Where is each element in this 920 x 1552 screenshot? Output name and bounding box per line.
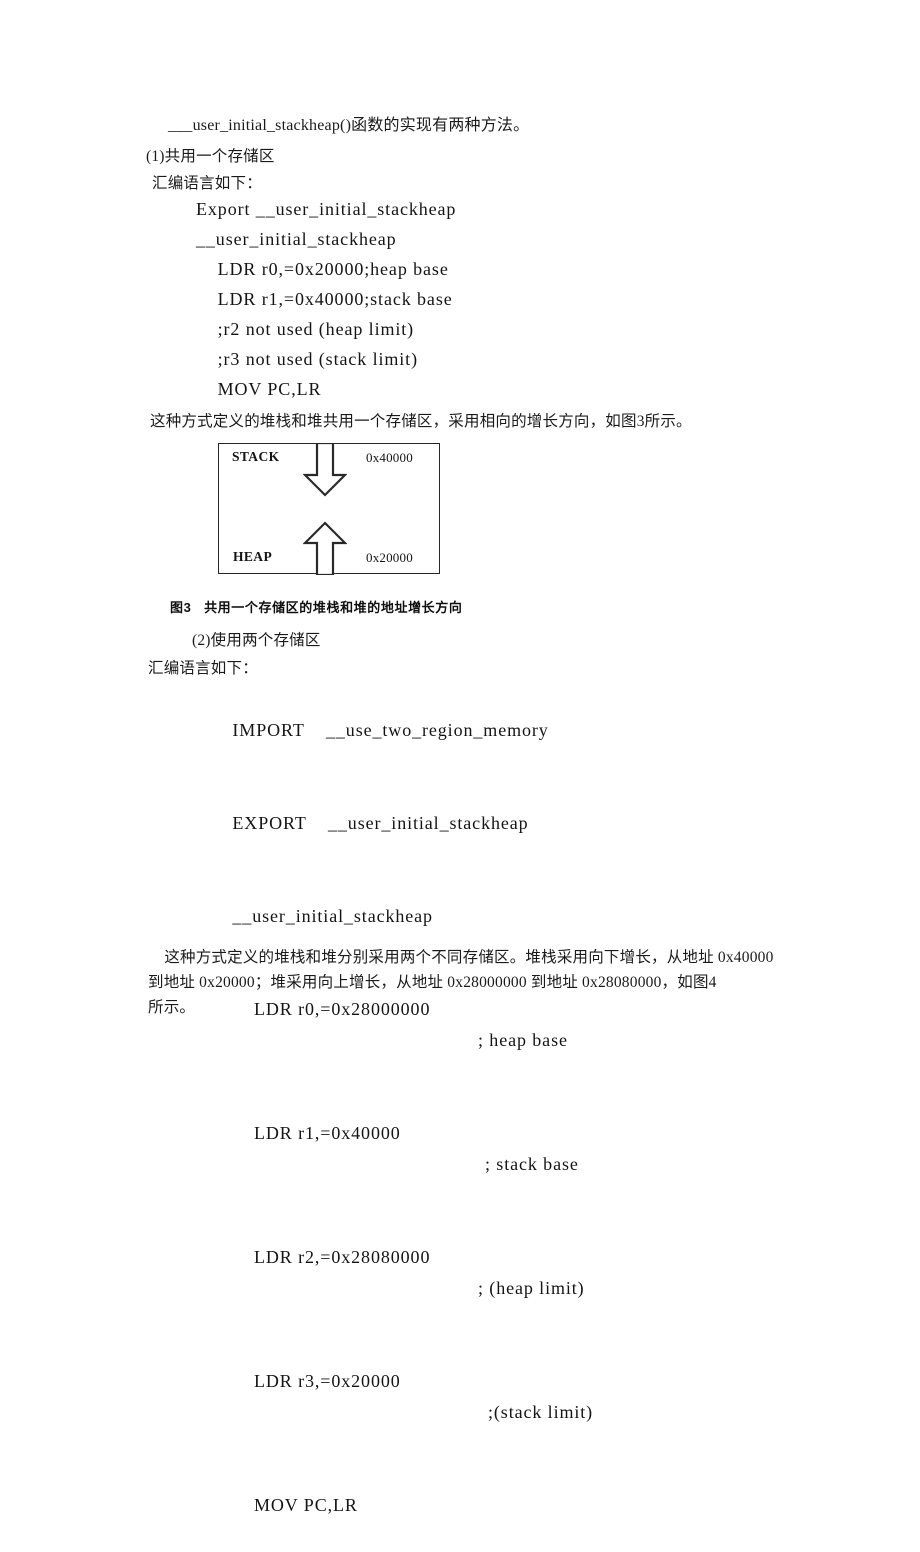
paragraph-after-code-two-line-2: 到地址 0x20000；堆采用向上增长，从地址 0x28000000 到地址 0… <box>148 974 717 991</box>
stack-down-arrow-icon <box>303 443 347 497</box>
heap-address: 0x20000 <box>366 550 413 565</box>
code-line: MOV PC,LR <box>200 1459 760 1552</box>
code-comment: ;(stack limit) <box>488 1402 594 1422</box>
code-text: __user_initial_stackheap <box>232 906 433 926</box>
heap-up-arrow-icon <box>303 521 347 575</box>
code-line: LDR r0,=0x20000;heap base <box>196 259 449 279</box>
stack-label: STACK <box>232 449 280 464</box>
code-line: LDR r2,=0x28080000 ; (heap limit) <box>200 1211 760 1335</box>
code-line: ;r2 not used (heap limit) <box>196 319 415 339</box>
code-comment: ; heap base <box>478 1030 568 1050</box>
figure-3-caption: 图3 共用一个存储区的堆栈和堆的地址增长方向 <box>170 600 463 615</box>
code-line: __user_initial_stackheap <box>196 229 397 249</box>
intro-line: ___user_initial_stackheap()函数的实现有两种方法。 <box>168 117 530 134</box>
code-text: EXPORT __user_initial_stackheap <box>232 813 529 833</box>
code-text: LDR r2,=0x28080000 <box>232 1247 431 1267</box>
code-line: EXPORT __user_initial_stackheap <box>200 777 760 870</box>
section-2-heading: (2)使用两个存储区 <box>192 632 321 649</box>
code-line: LDR r1,=0x40000;stack base <box>196 289 453 309</box>
section-2-lead: 汇编语言如下： <box>148 660 258 677</box>
stack-address: 0x40000 <box>366 450 413 465</box>
code-line: LDR r1,=0x40000 ; stack base <box>200 1087 760 1211</box>
section-1-lead: 汇编语言如下： <box>152 175 262 192</box>
paragraph-after-code-one: 这种方式定义的堆栈和堆共用一个存储区，采用相向的增长方向，如图3所示。 <box>150 413 692 430</box>
code-block-two: IMPORT __use_two_region_memory EXPORT __… <box>200 684 760 1552</box>
code-text: LDR r1,=0x40000 <box>232 1123 401 1143</box>
code-text: MOV PC,LR <box>232 1495 358 1515</box>
paragraph-after-code-two-line-3: 所示。 <box>148 999 196 1016</box>
code-line: ;r3 not used (stack limit) <box>196 349 418 369</box>
section-1-heading: (1)共用一个存储区 <box>146 148 275 165</box>
code-line: Export __user_initial_stackheap <box>196 199 457 219</box>
heap-label: HEAP <box>233 549 273 564</box>
code-comment: ; (heap limit) <box>478 1278 585 1298</box>
code-text: LDR r3,=0x20000 <box>232 1371 401 1391</box>
code-text: IMPORT __use_two_region_memory <box>232 720 549 740</box>
code-line: LDR r3,=0x20000 ;(stack limit) <box>200 1335 760 1459</box>
code-line: IMPORT __use_two_region_memory <box>200 684 760 777</box>
code-comment: ; stack base <box>485 1154 579 1174</box>
code-block-one: Export __user_initial_stackheap __user_i… <box>196 194 716 404</box>
paragraph-after-code-two-line-1: 这种方式定义的堆栈和堆分别采用两个不同存储区。堆栈采用向下增长，从地址 0x40… <box>148 949 774 966</box>
document-page: ___user_initial_stackheap()函数的实现有两种方法。 (… <box>0 0 920 1515</box>
code-line: MOV PC,LR <box>196 379 322 399</box>
